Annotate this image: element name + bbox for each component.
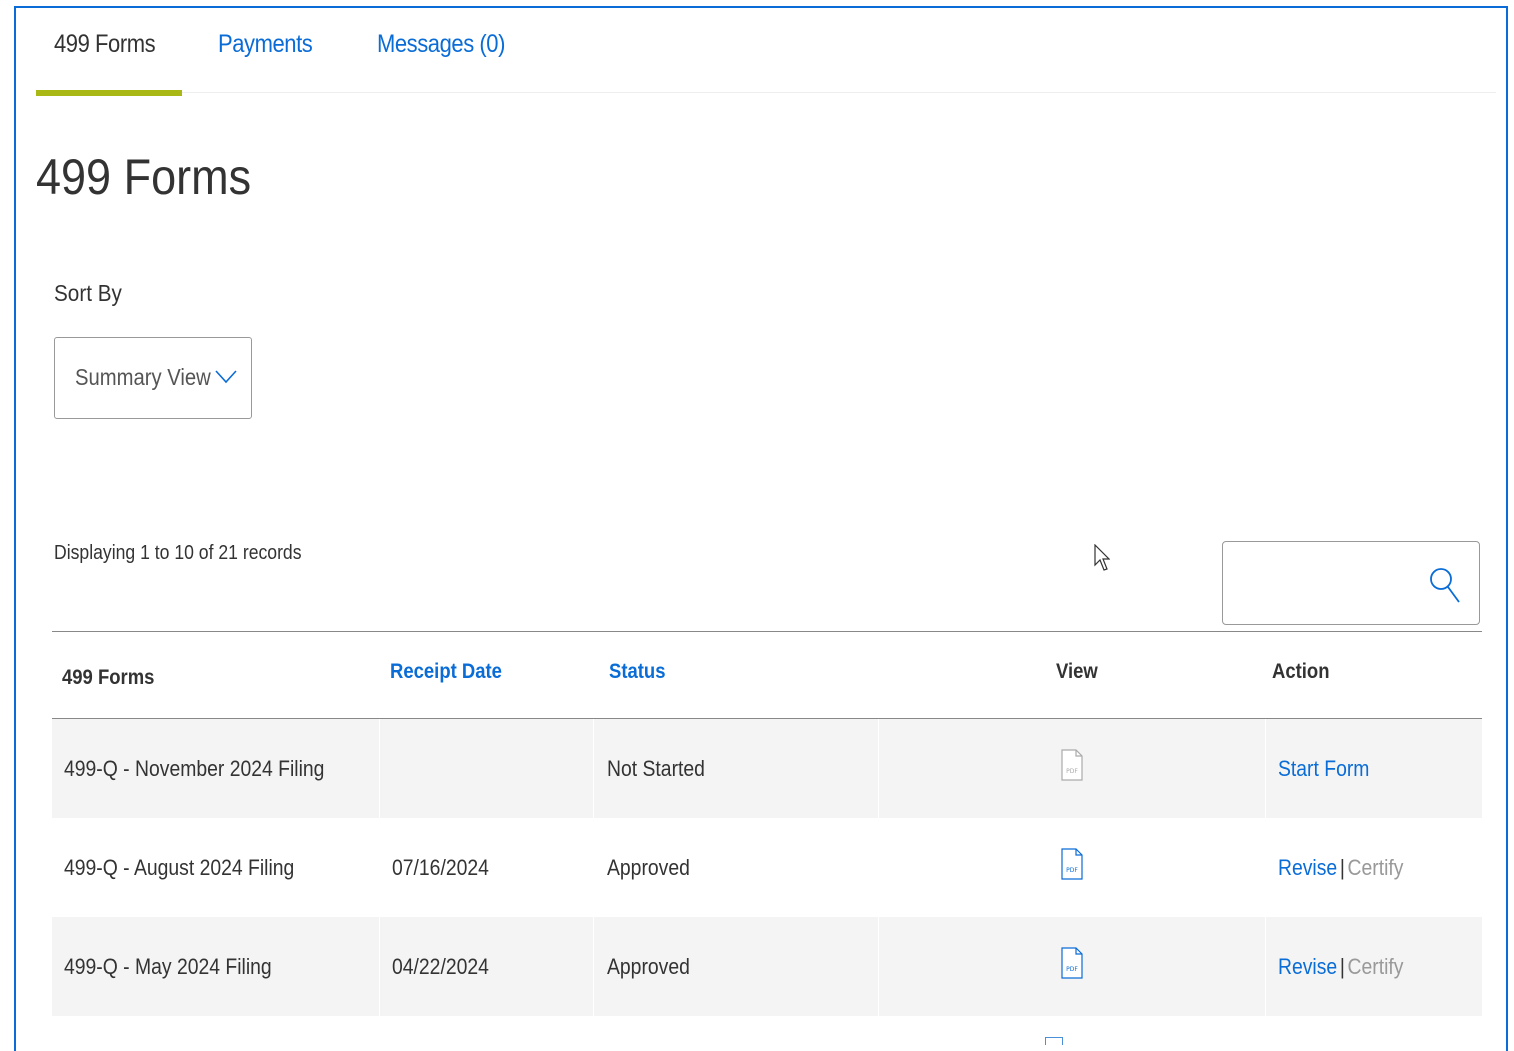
header-499-forms: 499 Forms [62, 666, 155, 689]
header-status[interactable]: Status [609, 660, 665, 684]
search-icon[interactable] [1429, 566, 1461, 604]
pdf-icon-partial [1045, 1037, 1063, 1045]
receipt-date: 04/22/2024 [392, 954, 489, 979]
table-header: 499 Forms Receipt Date Status View Actio… [52, 632, 1482, 719]
table-row: 499-Q - May 2024 Filing 04/22/2024 Appro… [52, 917, 1482, 1016]
header-receipt-date[interactable]: Receipt Date [390, 660, 502, 684]
table-row: 499-Q - August 2024 Filing 07/16/2024 Ap… [52, 818, 1482, 917]
form-name: 499-Q - August 2024 Filing [64, 855, 295, 880]
status-text: Approved [607, 855, 690, 880]
main-frame: 499 Forms Payments Messages (0) 499 Form… [14, 6, 1508, 1051]
start-form-link[interactable]: Start Form [1278, 756, 1369, 781]
page-title: 499 Forms [36, 149, 252, 205]
header-view: View [1056, 660, 1098, 683]
tab-payments[interactable]: Payments [218, 30, 313, 59]
tab-bar: 499 Forms Payments Messages (0) [36, 8, 1496, 96]
table-row: 499-Q - November 2024 Filing Not Started… [52, 719, 1482, 818]
svg-text:PDF: PDF [1066, 768, 1078, 775]
form-name: 499-Q - May 2024 Filing [64, 954, 272, 979]
active-tab-indicator [36, 90, 182, 96]
svg-text:PDF: PDF [1066, 867, 1078, 874]
svg-text:PDF: PDF [1066, 966, 1078, 973]
sort-by-select[interactable]: Summary View [54, 337, 252, 419]
header-action: Action [1272, 660, 1330, 683]
status-text: Not Started [607, 756, 705, 781]
row-actions: Revise | Certify [1278, 855, 1404, 880]
tab-499-forms[interactable]: 499 Forms [54, 30, 156, 59]
tab-messages[interactable]: Messages (0) [377, 30, 505, 59]
row-actions: Revise | Certify [1278, 954, 1404, 979]
receipt-date: 07/16/2024 [392, 855, 489, 880]
chevron-down-icon [215, 370, 237, 384]
pdf-icon[interactable]: PDF [1060, 848, 1084, 880]
pdf-icon[interactable]: PDF [1060, 947, 1084, 979]
row-actions: Start Form [1278, 756, 1369, 782]
revise-link[interactable]: Revise [1278, 855, 1337, 880]
sort-by-value: Summary View [75, 364, 211, 390]
certify-link[interactable]: Certify [1347, 855, 1403, 880]
revise-link[interactable]: Revise [1278, 954, 1337, 979]
certify-link[interactable]: Certify [1347, 954, 1403, 979]
form-name: 499-Q - November 2024 Filing [64, 756, 325, 781]
search-box [1222, 541, 1480, 625]
sort-by-label: Sort By [54, 280, 122, 306]
forms-table: 499 Forms Receipt Date Status View Actio… [52, 631, 1482, 1016]
records-count: Displaying 1 to 10 of 21 records [54, 542, 302, 564]
status-text: Approved [607, 954, 690, 979]
mouse-cursor-icon [1094, 544, 1110, 571]
search-input[interactable] [1229, 548, 1423, 618]
pdf-icon: PDF [1061, 749, 1083, 781]
